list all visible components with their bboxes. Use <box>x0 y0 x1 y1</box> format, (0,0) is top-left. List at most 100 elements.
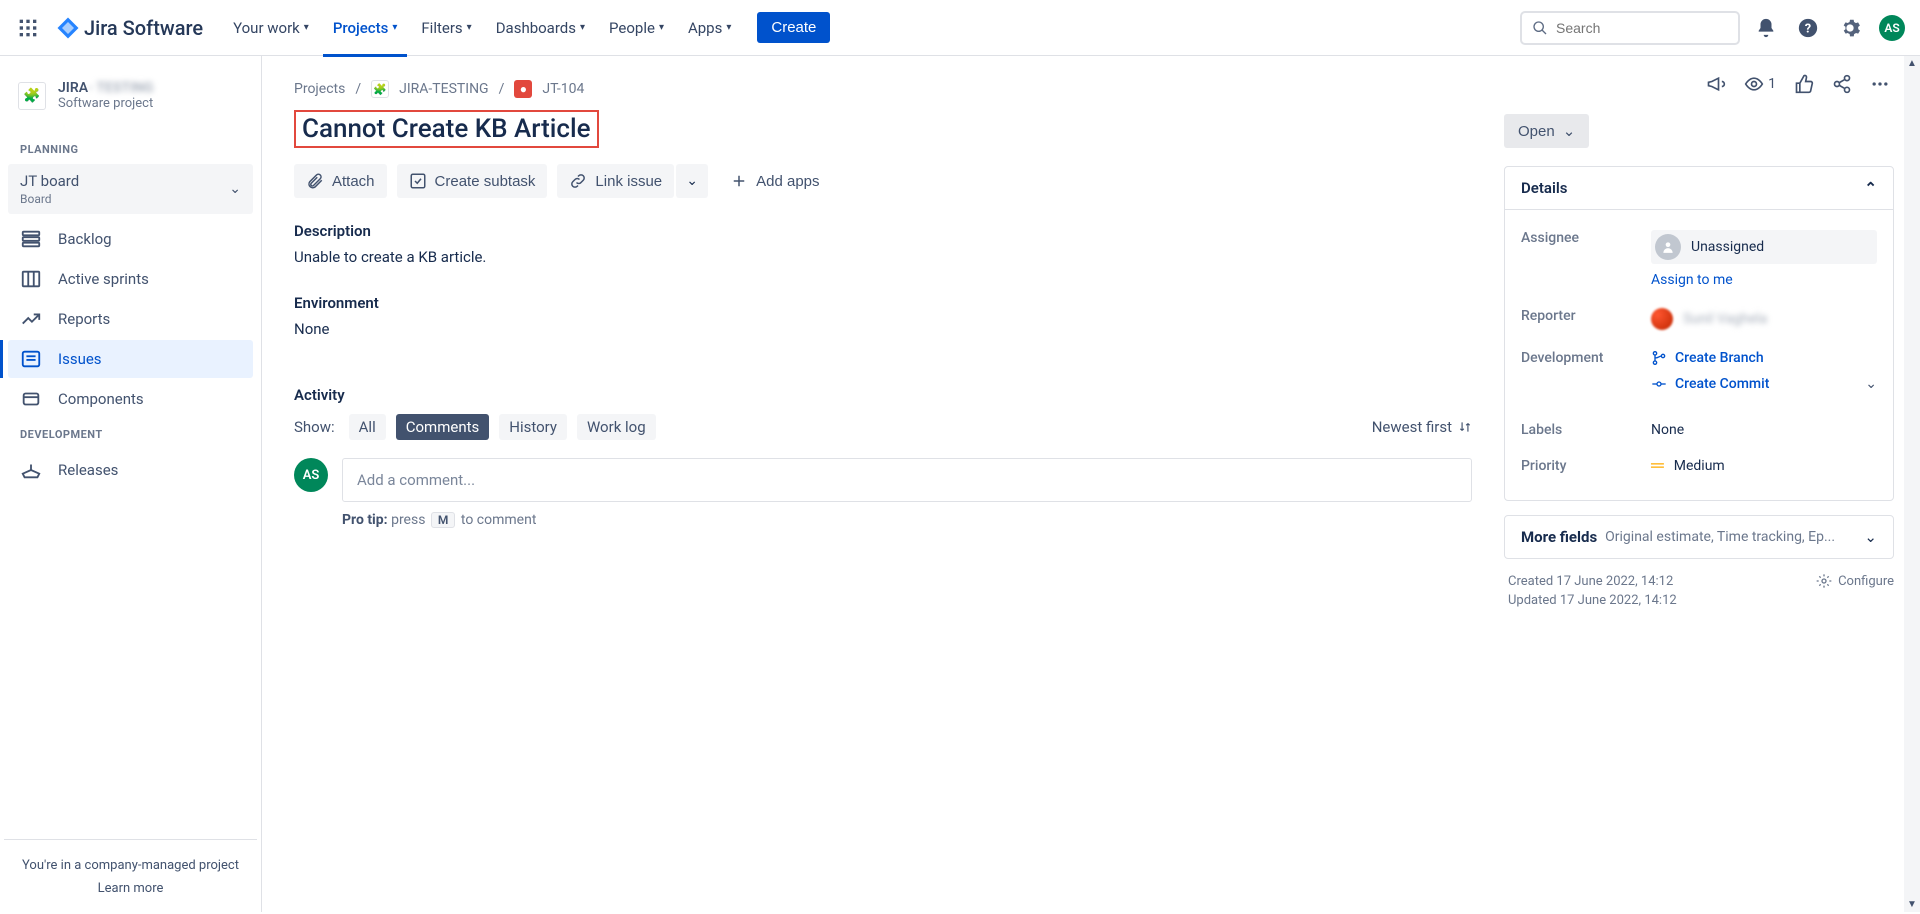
avatar <box>1651 308 1673 330</box>
chevron-down-icon: ⌄ <box>229 181 241 197</box>
breadcrumb-projects[interactable]: Projects <box>294 81 345 97</box>
ship-icon <box>20 459 42 481</box>
chevron-down-icon: ⌄ <box>1864 528 1877 546</box>
configure-button[interactable]: Configure <box>1816 573 1894 589</box>
issues-icon <box>20 348 42 370</box>
issue-title[interactable]: Cannot Create KB Article <box>294 110 599 148</box>
sidebar-item-releases[interactable]: Releases <box>8 451 253 489</box>
nav-apps[interactable]: Apps▾ <box>678 13 741 43</box>
breadcrumb: Projects / 🧩 JIRA-TESTING / ● JT-104 <box>294 80 1472 98</box>
vertical-scrollbar[interactable]: ▲ ▼ <box>1904 56 1920 912</box>
nav-filters[interactable]: Filters▾ <box>411 13 481 43</box>
project-avatar-icon: 🧩 <box>18 82 46 110</box>
sidebar-item-reports[interactable]: Reports <box>8 300 253 338</box>
branch-icon <box>1651 350 1667 366</box>
description-body[interactable]: Unable to create a KB article. <box>294 248 1472 266</box>
create-commit-link[interactable]: Create Commit ⌄ <box>1651 376 1877 392</box>
help-button[interactable]: ? <box>1792 12 1824 44</box>
reporter-label: Reporter <box>1521 308 1651 324</box>
project-avatar-icon: 🧩 <box>371 80 389 98</box>
create-button[interactable]: Create <box>757 12 830 43</box>
tab-history[interactable]: History <box>499 414 567 440</box>
sidebar-item-active-sprints[interactable]: Active sprints <box>8 260 253 298</box>
share-button[interactable] <box>1832 74 1852 94</box>
environment-body[interactable]: None <box>294 320 1472 338</box>
nav-projects[interactable]: Projects▾ <box>323 13 408 43</box>
chevron-down-icon: ⌄ <box>686 173 698 189</box>
eye-icon <box>1744 74 1764 94</box>
sidebar-board-selector[interactable]: JT board Board ⌄ <box>8 164 253 214</box>
sidebar-item-components[interactable]: Components <box>8 380 253 418</box>
tab-all[interactable]: All <box>349 414 386 440</box>
project-name: JIRA- TESTING <box>58 80 153 96</box>
gear-icon <box>1816 573 1832 589</box>
project-type-label: Software project <box>58 96 153 111</box>
scroll-down-icon[interactable]: ▼ <box>1907 899 1917 910</box>
labels-label: Labels <box>1521 422 1651 438</box>
nav-people[interactable]: People▾ <box>599 13 674 43</box>
priority-field[interactable]: ═ Medium <box>1651 458 1877 474</box>
more-fields-toggle[interactable]: More fields Original estimate, Time trac… <box>1504 515 1894 559</box>
settings-button[interactable] <box>1834 12 1866 44</box>
reporter-field[interactable]: Sunil Vaghela <box>1651 308 1877 330</box>
labels-field[interactable]: None <box>1651 422 1877 438</box>
search-input[interactable] <box>1556 20 1728 36</box>
sidebar-item-issues[interactable]: Issues <box>8 340 253 378</box>
jira-logo-text: Jira Software <box>84 16 203 40</box>
create-branch-link[interactable]: Create Branch <box>1651 350 1877 366</box>
bug-icon: ● <box>514 80 532 98</box>
create-subtask-button[interactable]: Create subtask <box>397 164 548 198</box>
priority-label: Priority <box>1521 458 1651 474</box>
comment-input[interactable]: Add a comment... <box>342 458 1472 502</box>
commit-icon <box>1651 376 1667 392</box>
profile-button[interactable]: AS <box>1876 12 1908 44</box>
chevron-down-icon: ▾ <box>580 22 585 33</box>
details-toggle[interactable]: Details ⌃ <box>1505 167 1893 210</box>
assign-to-me-link[interactable]: Assign to me <box>1651 272 1733 288</box>
tab-comments[interactable]: Comments <box>396 414 490 440</box>
board-icon <box>20 268 42 290</box>
description-label: Description <box>294 222 1472 240</box>
sidebar-item-backlog[interactable]: Backlog <box>8 220 253 258</box>
activity-label: Activity <box>294 386 1472 404</box>
link-issue-button[interactable]: Link issue <box>557 164 674 198</box>
search-box[interactable] <box>1520 11 1740 45</box>
chevron-down-icon: ▾ <box>467 22 472 33</box>
status-dropdown[interactable]: Open ⌄ <box>1504 114 1589 148</box>
sidebar-project[interactable]: 🧩 JIRA- TESTING Software project <box>8 72 253 119</box>
feedback-button[interactable] <box>1706 74 1726 94</box>
chevron-down-icon: ▾ <box>726 22 731 33</box>
tab-worklog[interactable]: Work log <box>577 414 656 440</box>
attach-button[interactable]: Attach <box>294 164 387 198</box>
learn-more-link[interactable]: Learn more <box>98 881 164 896</box>
backlog-icon <box>20 228 42 250</box>
chevron-down-icon: ▾ <box>304 22 309 33</box>
notifications-button[interactable] <box>1750 12 1782 44</box>
more-actions-button[interactable] <box>1870 74 1890 94</box>
add-apps-button[interactable]: Add apps <box>718 164 831 198</box>
app-switcher[interactable] <box>12 12 44 44</box>
watchers-button[interactable]: 1 <box>1744 74 1776 94</box>
svg-text:?: ? <box>1805 21 1811 36</box>
keyboard-key: M <box>431 512 456 528</box>
subtask-icon <box>409 172 427 190</box>
breadcrumb-issue-key[interactable]: JT-104 <box>542 81 584 97</box>
chevron-down-icon: ▾ <box>659 22 664 33</box>
jira-logo[interactable]: Jira Software <box>48 16 211 40</box>
scroll-up-icon[interactable]: ▲ <box>1907 58 1917 69</box>
nav-dashboards[interactable]: Dashboards▾ <box>486 13 595 43</box>
updated-timestamp: Updated 17 June 2022, 14:12 <box>1508 593 1894 608</box>
sidebar-section-planning: PLANNING <box>8 135 253 164</box>
link-issue-more[interactable]: ⌄ <box>676 164 708 198</box>
reports-icon <box>20 308 42 330</box>
priority-medium-icon: ═ <box>1651 461 1664 471</box>
nav-your-work[interactable]: Your work▾ <box>223 13 319 43</box>
app-switcher-icon <box>18 18 38 38</box>
issue-actions: Attach Create subtask Link issue ⌄ Add a… <box>294 164 1472 198</box>
assignee-field[interactable]: Unassigned <box>1651 230 1877 264</box>
vote-button[interactable] <box>1794 74 1814 94</box>
plus-icon <box>730 172 748 190</box>
breadcrumb-project[interactable]: JIRA-TESTING <box>399 81 488 97</box>
sort-icon <box>1458 420 1472 434</box>
sort-toggle[interactable]: Newest first <box>1372 418 1472 436</box>
